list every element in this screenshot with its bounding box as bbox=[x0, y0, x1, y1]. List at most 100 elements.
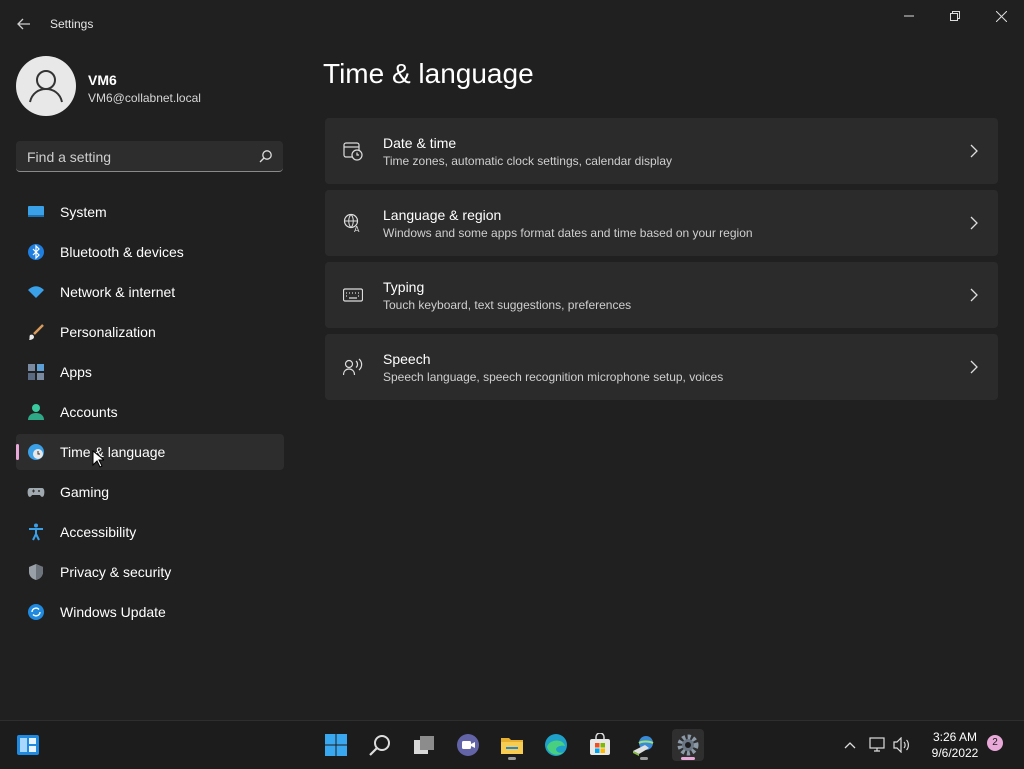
network-app-icon bbox=[633, 736, 654, 756]
search-input[interactable]: Find a setting bbox=[16, 141, 283, 172]
sidebar-item-accessibility[interactable]: Accessibility bbox=[16, 514, 284, 550]
calendar-clock-icon bbox=[343, 142, 363, 161]
sidebar-item-label: Network & internet bbox=[60, 284, 176, 300]
page-title: Time & language bbox=[323, 58, 534, 89]
close-button[interactable] bbox=[978, 0, 1024, 32]
edge-button[interactable] bbox=[540, 729, 572, 761]
app-title: Settings bbox=[50, 17, 94, 31]
accessibility-icon bbox=[29, 523, 43, 541]
active-indicator bbox=[681, 757, 695, 760]
sidebar-item-label: Accounts bbox=[60, 404, 118, 420]
selection-indicator bbox=[16, 444, 19, 460]
chat-icon bbox=[457, 734, 479, 756]
sidebar-item-network-internet[interactable]: Network & internet bbox=[16, 274, 284, 310]
widgets-button[interactable] bbox=[12, 729, 44, 761]
sidebar-item-system[interactable]: System bbox=[16, 194, 284, 230]
profile-name: VM6 bbox=[88, 72, 117, 88]
running-indicator bbox=[640, 757, 648, 760]
user-icon bbox=[29, 70, 63, 103]
title-bar: Settings bbox=[0, 0, 1024, 48]
edge-icon bbox=[545, 734, 567, 756]
sidebar-item-gaming[interactable]: Gaming bbox=[16, 474, 284, 510]
shield-icon bbox=[29, 564, 43, 580]
task-view-icon bbox=[414, 736, 434, 754]
bluetooth-icon bbox=[28, 244, 44, 260]
widgets-icon bbox=[17, 735, 39, 755]
task-view-button[interactable] bbox=[408, 729, 440, 761]
mouse-cursor-icon bbox=[92, 450, 104, 468]
back-button[interactable] bbox=[12, 12, 36, 36]
sidebar-item-label: Apps bbox=[60, 364, 92, 380]
sidebar-item-privacy-security[interactable]: Privacy & security bbox=[16, 554, 284, 590]
speech-icon bbox=[343, 358, 363, 376]
clock-time: 3:26 AM bbox=[932, 730, 978, 744]
sidebar-item-label: Time & language bbox=[60, 444, 166, 460]
store-button[interactable] bbox=[584, 729, 616, 761]
search-icon bbox=[259, 150, 272, 163]
notification-badge[interactable]: 2 bbox=[987, 735, 1003, 751]
taskbar-clock[interactable]: 3:26 AM 9/6/2022 bbox=[920, 729, 990, 761]
restore-button[interactable] bbox=[932, 0, 978, 32]
chevron-up-icon bbox=[844, 742, 856, 749]
avatar bbox=[16, 56, 76, 116]
card-language-region[interactable]: A Language & region Windows and some app… bbox=[325, 190, 998, 256]
card-title: Typing bbox=[383, 279, 425, 295]
card-title: Language & region bbox=[383, 207, 502, 223]
running-indicator bbox=[508, 757, 516, 760]
accounts-icon bbox=[28, 404, 44, 420]
sidebar-item-accounts[interactable]: Accounts bbox=[16, 394, 284, 430]
start-button[interactable] bbox=[320, 729, 352, 761]
sidebar-item-bluetooth-devices[interactable]: Bluetooth & devices bbox=[16, 234, 284, 270]
settings-taskbar-button[interactable] bbox=[672, 729, 704, 761]
profile-email: VM6@collabnet.local bbox=[88, 91, 201, 105]
sidebar-item-windows-update[interactable]: Windows Update bbox=[16, 594, 284, 630]
card-subtitle: Time zones, automatic clock settings, ca… bbox=[383, 154, 673, 168]
sidebar-item-label: Personalization bbox=[60, 324, 156, 340]
card-title: Speech bbox=[383, 351, 431, 367]
sidebar-item-personalization[interactable]: Personalization bbox=[16, 314, 284, 350]
close-icon bbox=[995, 10, 1007, 22]
card-title: Date & time bbox=[383, 135, 457, 151]
system-icon bbox=[28, 206, 44, 217]
settings-icon bbox=[677, 734, 699, 756]
file-explorer-icon bbox=[501, 738, 523, 754]
card-speech[interactable]: Speech Speech language, speech recogniti… bbox=[325, 334, 998, 400]
back-arrow-icon bbox=[17, 18, 30, 30]
brush-icon bbox=[29, 324, 44, 340]
card-typing[interactable]: Typing Touch keyboard, text suggestions,… bbox=[325, 262, 998, 328]
network-icon bbox=[869, 737, 885, 752]
card-date-time[interactable]: Date & time Time zones, automatic clock … bbox=[325, 118, 998, 184]
store-icon bbox=[590, 733, 610, 755]
sidebar-item-label: Windows Update bbox=[60, 604, 166, 620]
user-profile[interactable]: VM6 VM6@collabnet.local bbox=[16, 56, 286, 118]
start-icon bbox=[325, 734, 347, 756]
volume-button[interactable] bbox=[892, 735, 912, 755]
svg-text:A: A bbox=[354, 225, 360, 233]
volume-icon bbox=[893, 737, 909, 753]
network-status-button[interactable] bbox=[868, 735, 888, 755]
show-hidden-icons-button[interactable] bbox=[840, 735, 860, 755]
sidebar-item-time-language[interactable]: Time & language bbox=[16, 434, 284, 470]
card-subtitle: Windows and some apps format dates and t… bbox=[383, 226, 753, 240]
minimize-icon bbox=[904, 15, 914, 17]
taskbar-search-button[interactable] bbox=[364, 729, 396, 761]
file-explorer-button[interactable] bbox=[496, 729, 528, 761]
minimize-button[interactable] bbox=[886, 0, 932, 32]
chevron-right-icon bbox=[970, 360, 978, 374]
card-subtitle: Speech language, speech recognition micr… bbox=[383, 370, 724, 384]
chevron-right-icon bbox=[970, 144, 978, 158]
taskbar: 3:26 AM 9/6/2022 bbox=[0, 720, 1024, 769]
controller-icon bbox=[27, 488, 45, 497]
sidebar-item-apps[interactable]: Apps bbox=[16, 354, 284, 390]
search-placeholder: Find a setting bbox=[27, 149, 112, 165]
clock-date: 9/6/2022 bbox=[931, 746, 979, 760]
language-icon: A bbox=[343, 213, 360, 233]
wifi-icon bbox=[28, 286, 44, 298]
sidebar-item-label: Bluetooth & devices bbox=[60, 244, 184, 260]
globe-clock-icon bbox=[28, 444, 44, 460]
restore-icon bbox=[950, 11, 960, 21]
card-subtitle: Touch keyboard, text suggestions, prefer… bbox=[383, 298, 632, 312]
sidebar-item-label: Privacy & security bbox=[60, 564, 172, 580]
network-app-button[interactable] bbox=[628, 729, 660, 761]
chat-button[interactable] bbox=[452, 729, 484, 761]
